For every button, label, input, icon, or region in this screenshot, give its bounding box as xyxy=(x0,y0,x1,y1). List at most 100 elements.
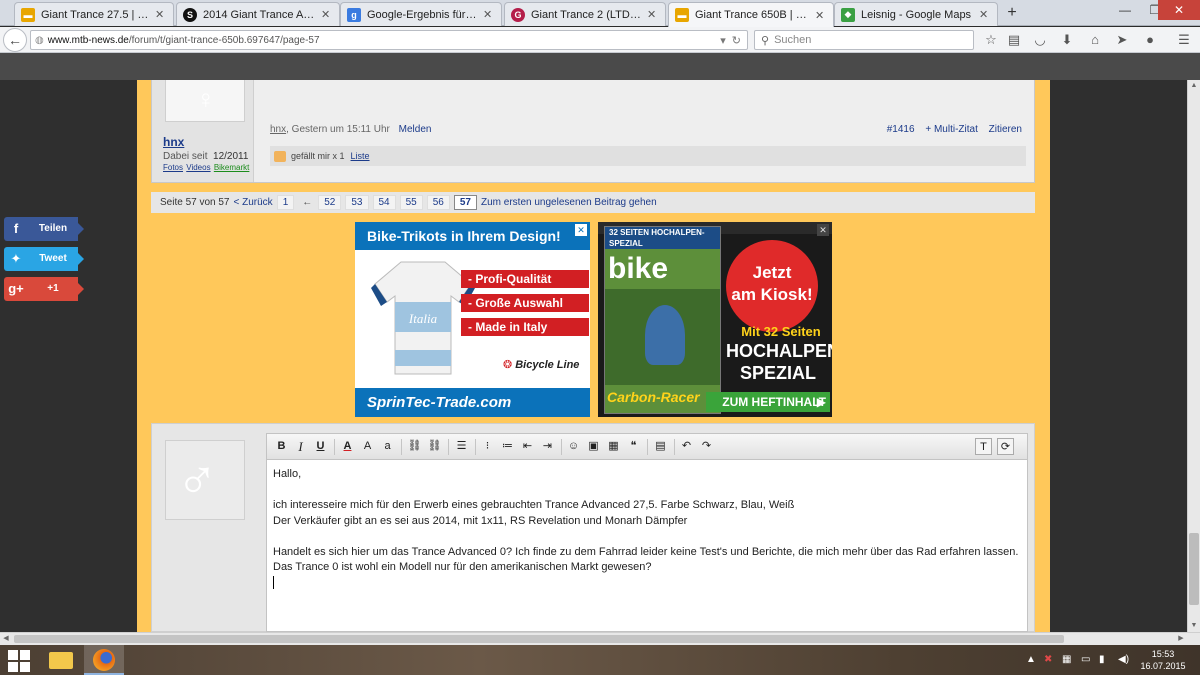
link-icon[interactable]: ⛓ xyxy=(406,438,423,455)
twitter-share-button[interactable]: ✦ Tweet xyxy=(4,247,84,271)
scroll-down-icon[interactable]: ▼ xyxy=(1188,620,1200,632)
horizontal-scrollbar[interactable]: ◀ ▶ xyxy=(0,632,1200,645)
tray-arrow-icon[interactable]: ▲ xyxy=(1026,654,1036,665)
menu-icon[interactable]: ☰ xyxy=(1173,30,1195,50)
reload-icon[interactable]: ↻ xyxy=(732,34,741,47)
post-username[interactable]: hnx xyxy=(163,135,184,149)
toggle-bbcode-icon[interactable]: ⟳ xyxy=(997,438,1014,455)
smiley-icon[interactable]: ☺ xyxy=(565,438,582,455)
tab-close-icon[interactable]: ✕ xyxy=(483,8,495,21)
scroll-right-icon[interactable]: ▶ xyxy=(1175,633,1187,645)
pocket-icon[interactable]: ◡ xyxy=(1029,30,1051,50)
bookmarks-list-icon[interactable]: ▤ xyxy=(1003,30,1025,50)
volume-icon[interactable]: ◀) xyxy=(1118,654,1129,665)
first-unread-link[interactable]: Zum ersten ungelesenen Beitrag gehen xyxy=(481,197,657,208)
remove-format-icon[interactable]: T xyxy=(975,438,992,455)
download-icon[interactable]: ⬇ xyxy=(1056,30,1078,50)
save-draft-icon[interactable]: ▤ xyxy=(652,438,669,455)
font-family-button[interactable]: a xyxy=(379,438,396,455)
display-icon[interactable]: ▭ xyxy=(1081,654,1090,665)
page-link[interactable]: 52 xyxy=(318,195,342,210)
current-page[interactable]: 57 xyxy=(453,195,477,210)
window-close-button[interactable]: ✕ xyxy=(1158,0,1200,20)
page-link[interactable]: 56 xyxy=(426,195,450,210)
underline-button[interactable]: U xyxy=(312,438,329,455)
align-icon[interactable]: ☰ xyxy=(453,438,470,455)
browser-tab[interactable]: ◆ Leisnig - Google Maps ✕ xyxy=(834,2,998,26)
facebook-share-button[interactable]: f Teilen xyxy=(4,217,84,241)
browser-tab-active[interactable]: ▬ Giant Trance 650B | Seite 5... ✕ xyxy=(668,2,834,27)
prev-page-link[interactable]: < Zurück xyxy=(234,197,273,208)
network-icon[interactable]: ✖ xyxy=(1044,654,1052,665)
url-bar[interactable]: ◍ www.mtb-news.de/forum/t/giant-trance-6… xyxy=(30,30,748,50)
dropdown-arrow-icon[interactable]: ▾ xyxy=(720,34,726,47)
multiquote-link[interactable]: + Multi-Zitat xyxy=(925,124,978,135)
battery-icon[interactable]: ▮ xyxy=(1099,654,1105,665)
text-color-button[interactable]: A xyxy=(339,438,356,455)
font-size-button[interactable]: A xyxy=(359,438,376,455)
page-jump-icon[interactable]: ← xyxy=(302,197,312,208)
likes-list-link[interactable]: Liste xyxy=(351,151,370,161)
user-videos-link[interactable]: Videos xyxy=(186,163,210,172)
quote-block-icon[interactable]: ❝ xyxy=(625,438,642,455)
ad-bike-magazine[interactable]: 32 SEITEN HOCHALPEN-SPEZIAL bike Carbon-… xyxy=(598,222,832,417)
vertical-scrollbar[interactable]: ▲ ▼ xyxy=(1187,80,1200,632)
home-icon[interactable]: ⌂ xyxy=(1084,30,1106,50)
avatar[interactable]: ♀ xyxy=(165,80,245,122)
outdent-icon[interactable]: ⇤ xyxy=(519,438,536,455)
tab-close-icon[interactable]: ✕ xyxy=(815,9,827,22)
windows-tray-icon[interactable]: ▦ xyxy=(1062,654,1071,665)
minimize-button[interactable]: — xyxy=(1110,0,1140,20)
post-number-link[interactable]: #1416 xyxy=(887,124,915,135)
scroll-up-icon[interactable]: ▲ xyxy=(1188,80,1200,92)
post-author-link[interactable]: hnx xyxy=(270,124,286,135)
bullet-list-icon[interactable]: ⁝ xyxy=(479,438,496,455)
tab-close-icon[interactable]: ✕ xyxy=(979,8,991,21)
bookmark-star-icon[interactable]: ☆ xyxy=(980,30,1002,50)
tab-title: Leisnig - Google Maps xyxy=(861,8,972,21)
firefox-taskbar-button[interactable] xyxy=(84,645,124,675)
chat-icon[interactable]: ● xyxy=(1139,30,1161,50)
gplus-share-button[interactable]: g+ +1 xyxy=(4,277,84,301)
tab-close-icon[interactable]: ✕ xyxy=(647,8,659,21)
windows-start-icon[interactable] xyxy=(4,647,34,673)
report-link[interactable]: Melden xyxy=(399,124,432,135)
heftinhalt-button[interactable]: ZUM HEFTINHALT ▶ xyxy=(706,392,830,412)
new-tab-button[interactable]: + xyxy=(1002,4,1022,22)
redo-icon[interactable]: ↷ xyxy=(698,438,715,455)
giant-favicon-icon: G xyxy=(511,7,525,22)
scroll-thumb[interactable] xyxy=(14,635,1064,643)
share-icon[interactable]: ➤ xyxy=(1111,30,1133,50)
browser-tab[interactable]: g Google-Ergebnis für http:/... ✕ xyxy=(340,2,502,26)
page-link[interactable]: 53 xyxy=(345,195,369,210)
back-button[interactable]: ← xyxy=(3,28,27,52)
indent-icon[interactable]: ⇥ xyxy=(539,438,556,455)
file-explorer-taskbar-button[interactable] xyxy=(40,645,80,675)
message-editor[interactable]: Hallo, ich interesseire mich für den Erw… xyxy=(266,460,1028,632)
browser-tab[interactable]: S 2014 Giant Trance Advanc... ✕ xyxy=(176,2,340,26)
user-photos-link[interactable]: Fotos xyxy=(163,163,183,172)
unlink-icon[interactable]: ⛓ xyxy=(426,438,443,455)
undo-icon[interactable]: ↶ xyxy=(678,438,695,455)
numbered-list-icon[interactable]: ≔ xyxy=(499,438,516,455)
image-icon[interactable]: ▣ xyxy=(585,438,602,455)
media-icon[interactable]: ▦ xyxy=(605,438,622,455)
browser-tab[interactable]: ▬ Giant Trance 27.5 | Bikema... ✕ xyxy=(14,2,174,26)
page-link[interactable]: 1 xyxy=(276,195,295,210)
bold-button[interactable]: B xyxy=(273,438,290,455)
italic-button[interactable]: I xyxy=(292,438,309,455)
page-link[interactable]: 54 xyxy=(372,195,396,210)
tab-close-icon[interactable]: ✕ xyxy=(321,8,333,21)
user-bikemarkt-link[interactable]: Bikemarkt xyxy=(214,163,250,172)
ad-close-icon[interactable]: ✕ xyxy=(817,224,829,236)
search-input[interactable]: ⚲ Suchen xyxy=(754,30,974,50)
ad-bike-jerseys[interactable]: Bike-Trikots in Ihrem Design! ✕ Italia - … xyxy=(355,222,590,417)
taskbar-clock[interactable]: 15:53 16.07.2015 xyxy=(1138,648,1188,672)
tab-close-icon[interactable]: ✕ xyxy=(155,8,167,21)
scroll-left-icon[interactable]: ◀ xyxy=(0,633,12,645)
page-link[interactable]: 55 xyxy=(399,195,423,210)
ad-close-icon[interactable]: ✕ xyxy=(575,224,587,236)
scroll-thumb[interactable] xyxy=(1189,533,1199,605)
quote-link[interactable]: Zitieren xyxy=(989,124,1022,135)
browser-tab[interactable]: G Giant Trance 2 (LTD) 27,5" ... ✕ xyxy=(504,2,666,26)
